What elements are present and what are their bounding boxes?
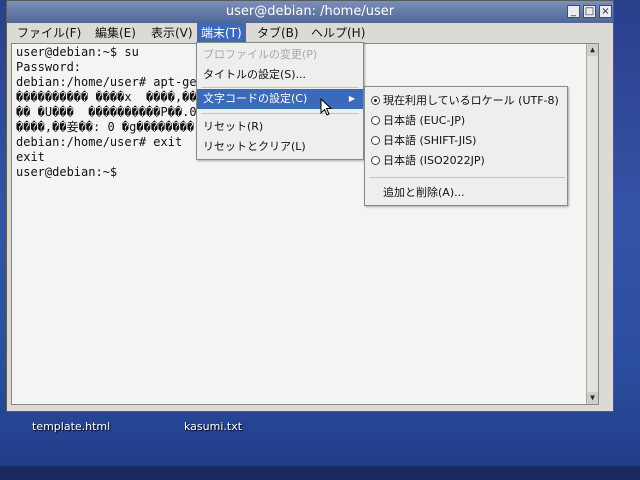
- encoding-option-label: 現在利用しているロケール (UTF-8): [383, 94, 559, 107]
- encoding-option-utf8[interactable]: 現在利用しているロケール (UTF-8): [365, 91, 567, 111]
- title-bar[interactable]: user@debian: /home/user _ □ ×: [7, 1, 613, 23]
- radio-checked-icon: [371, 96, 380, 105]
- terminal-line: user@debian:~$ su: [16, 45, 139, 59]
- terminal-scrollbar[interactable]: ▲ ▼: [586, 44, 598, 404]
- menu-separator: [369, 177, 565, 178]
- menu-help[interactable]: ヘルプ(H): [307, 23, 369, 43]
- radio-icon: [371, 156, 380, 165]
- menu-tabs[interactable]: タブ(B): [253, 23, 303, 43]
- submenu-arrow-icon: ▶: [348, 94, 355, 103]
- menu-item-change-profile: プロファイルの変更(P): [203, 48, 318, 61]
- menu-item-character-encoding[interactable]: 文字コードの設定(C) ▶: [197, 89, 363, 109]
- menu-edit[interactable]: 編集(E): [91, 23, 140, 43]
- mouse-pointer-icon: [320, 98, 332, 116]
- menu-item-reset[interactable]: リセット(R): [197, 117, 363, 137]
- terminal-line: ����,��妾��: 0 �g��������: [16, 120, 195, 134]
- encoding-option-label: 日本語 (SHIFT-JIS): [383, 134, 477, 147]
- encoding-option-shift-jis[interactable]: 日本語 (SHIFT-JIS): [365, 131, 567, 151]
- encoding-option-label: 日本語 (EUC-JP): [383, 114, 466, 127]
- minimize-button[interactable]: _: [567, 5, 580, 18]
- menu-bar: ファイル(F) 編集(E) 表示(V) 端末(T) タブ(B) ヘルプ(H): [7, 23, 613, 43]
- encoding-option-iso2022jp[interactable]: 日本語 (ISO2022JP): [365, 151, 567, 171]
- radio-icon: [371, 136, 380, 145]
- encoding-option-euc-jp[interactable]: 日本語 (EUC-JP): [365, 111, 567, 131]
- close-button[interactable]: ×: [599, 5, 612, 18]
- encoding-option-label: 日本語 (ISO2022JP): [383, 154, 485, 167]
- menu-item-character-encoding-label: 文字コードの設定(C): [203, 92, 308, 105]
- terminal-line: debian:/home/user# apt-ge: [16, 75, 197, 89]
- desktop-file-kasumi[interactable]: kasumi.txt: [184, 420, 242, 433]
- encoding-add-remove[interactable]: 追加と削除(A)...: [365, 183, 567, 203]
- menu-file[interactable]: ファイル(F): [13, 23, 85, 43]
- terminal-line: debian:/home/user# exit: [16, 135, 183, 149]
- encoding-submenu: 現在利用しているロケール (UTF-8) 日本語 (EUC-JP) 日本語 (S…: [364, 86, 568, 206]
- menu-view[interactable]: 表示(V): [147, 23, 197, 43]
- menu-separator: [201, 87, 359, 88]
- terminal-line: �� �U��� ����������P��.0.: [16, 105, 204, 119]
- menu-terminal[interactable]: 端末(T): [197, 23, 246, 43]
- terminal-line: ���������� ����x ����,��: [16, 90, 197, 104]
- scroll-down-icon[interactable]: ▼: [587, 392, 598, 404]
- terminal-line: Password:: [16, 60, 82, 74]
- desktop-file-template[interactable]: template.html: [32, 420, 110, 433]
- menu-item-reset-and-clear[interactable]: リセットとクリア(L): [197, 137, 363, 157]
- window-title: user@debian: /home/user: [225, 4, 395, 19]
- terminal-line: exit: [16, 150, 45, 164]
- scroll-up-icon[interactable]: ▲: [587, 44, 598, 56]
- terminal-menu-dropdown: プロファイルの変更(P) タイトルの設定(S)... 文字コードの設定(C) ▶…: [196, 42, 364, 160]
- desktop-bottom-edge: [0, 466, 640, 480]
- terminal-line: user@debian:~$: [16, 165, 118, 179]
- menu-item-set-title[interactable]: タイトルの設定(S)...: [197, 65, 363, 85]
- menu-separator: [201, 113, 359, 114]
- maximize-button[interactable]: □: [583, 5, 596, 18]
- radio-icon: [371, 116, 380, 125]
